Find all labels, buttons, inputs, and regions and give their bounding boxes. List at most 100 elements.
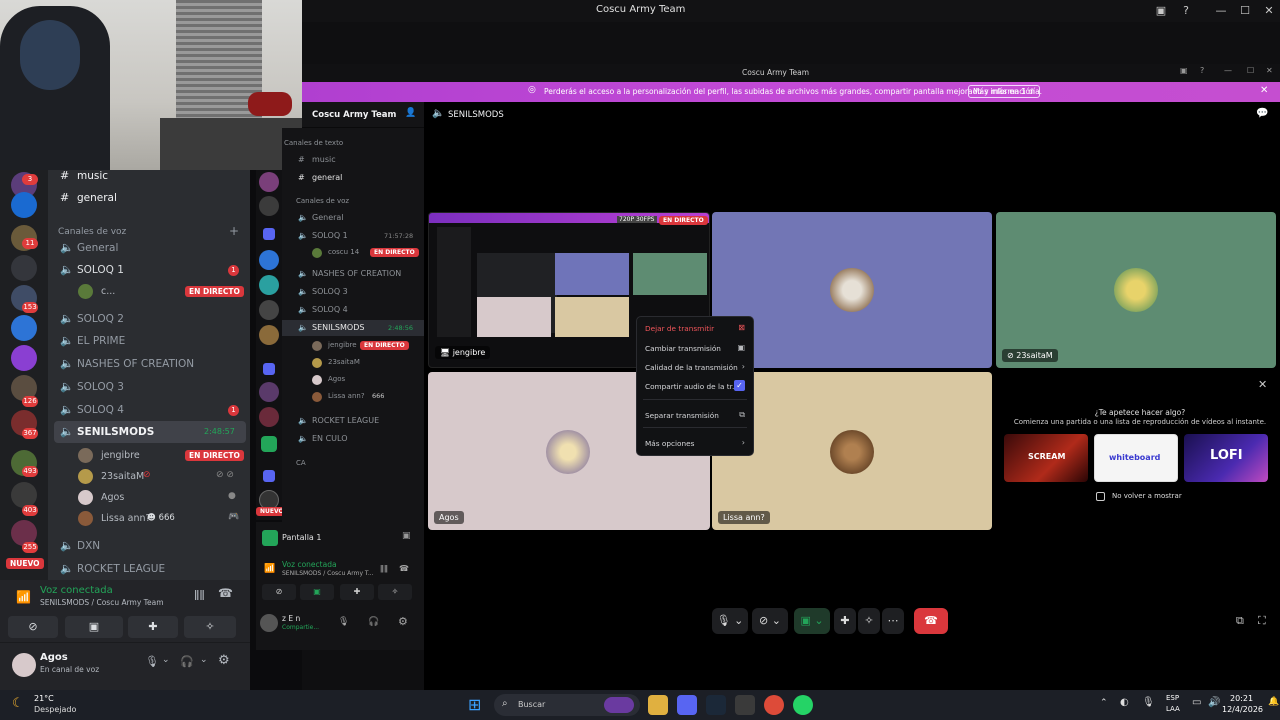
voice-channel-el-prime[interactable]: 🔈 EL PRIME [48,330,250,352]
participant-tile[interactable]: Lissa ann? [712,372,992,530]
channel-music[interactable]: # music [282,152,424,168]
soundboard-button[interactable]: ✧ [378,584,412,600]
noise-suppression-icon[interactable]: ǁǁ [380,564,388,573]
avatar[interactable] [260,614,278,632]
language-code[interactable]: ESP [1166,694,1179,702]
settings-icon[interactable]: ⚙ [398,615,408,628]
activities-button[interactable]: ✚ [128,616,178,638]
popout-icon[interactable]: ⧉ [1236,614,1244,628]
server-icon[interactable] [261,436,277,452]
voice-channel-soloq3[interactable]: 🔈 SOLOQ 3 [48,376,250,398]
participant-tile[interactable]: ⊘ 23saitaM [996,212,1276,368]
chevron-down-icon[interactable]: ⌄ [162,655,170,665]
notification-icon[interactable]: 🔔 [1268,697,1279,707]
voice-location[interactable]: SENILSMODS / Coscu Army Team [40,598,164,607]
chevron-up-icon[interactable]: ⌃ [1100,698,1108,708]
avatar[interactable] [12,653,36,677]
headphones-icon[interactable]: 🎧 [180,655,194,668]
checkbox[interactable] [1096,492,1105,501]
server-icon[interactable] [259,250,279,270]
voice-user[interactable]: Agos [282,372,424,388]
maximize-button[interactable]: ☐ [1237,3,1253,19]
activity-card-whiteboard[interactable]: whiteboard [1094,434,1178,482]
share-audio-item[interactable]: Compartir audio de la tr... ✓ [637,377,753,395]
file-explorer-icon[interactable] [648,695,668,715]
noise-suppression-icon[interactable]: ǁǁ [194,588,205,601]
minimize-button[interactable]: — [1224,66,1232,75]
voice-user[interactable]: 23saitaM [282,355,424,371]
disconnect-icon[interactable]: ☎ [218,586,233,600]
server-header[interactable]: Coscu Army Team ⌄ 👤 [302,102,424,128]
server-icon[interactable] [259,275,279,295]
activities-button[interactable]: ✚ [834,608,856,634]
server-icon[interactable] [11,315,37,341]
voice-channel-soloq4[interactable]: 🔈 SOLOQ 4 [282,302,424,318]
whatsapp-icon[interactable] [793,695,813,715]
voice-channel-soloq2[interactable]: 🔈 SOLOQ 2 [48,308,250,330]
voice-channel-soloq4[interactable]: 🔈 SOLOQ 4 1 [48,399,250,421]
microphone-icon[interactable]: 🎙 [1142,697,1155,708]
more-icon[interactable]: ⋯ [882,608,904,634]
stop-streaming-item[interactable]: Dejar de transmitir ⊠ [637,319,753,337]
mute-button[interactable]: 🎙 ⌄ [712,608,748,634]
fullscreen-icon[interactable]: ⛶ [1258,614,1266,628]
server-icon[interactable] [259,300,279,320]
chat-icon[interactable]: 💬 [1256,108,1268,119]
voice-channel-rocket-league[interactable]: 🔈 ROCKET LEAGUE [48,558,250,580]
folder-icon[interactable] [263,228,275,240]
soundboard-button[interactable]: ✧ [184,616,236,638]
dont-show-again[interactable]: No volver a mostrar [1096,491,1216,503]
server-icon[interactable] [259,407,279,427]
checkbox-checked-icon[interactable]: ✓ [734,380,745,391]
channel-general[interactable]: # general [282,170,424,186]
voice-user[interactable]: Lissa ann? ☻ 666 🎮 [78,510,248,528]
clock-time[interactable]: 20:21 [1230,694,1253,703]
camera-button[interactable]: ⊘ [8,616,58,638]
keyboard-layout[interactable]: LAA [1166,705,1180,713]
help-icon[interactable]: ? [1200,66,1204,75]
microphone-icon[interactable]: 🎙 [145,655,159,668]
popout-stream-item[interactable]: Separar transmisión ⧉ [637,406,753,424]
voice-category[interactable]: Canales de voz [282,194,424,210]
close-icon[interactable]: ✕ [1258,378,1267,391]
app-icon[interactable] [735,695,755,715]
tray-app-icon[interactable]: ◐ [1120,697,1129,708]
disconnect-icon[interactable]: ☎ [399,564,409,573]
voice-channel-soloq1[interactable]: 🔈 SOLOQ 1 1 [48,259,250,281]
channel-music[interactable]: # music [48,165,250,187]
steam-icon[interactable] [706,695,726,715]
more-info-button[interactable]: Más información [968,85,1040,98]
chevron-down-icon[interactable]: ⌄ [200,655,208,665]
change-stream-item[interactable]: Cambiar transmisión ▣ [637,339,753,357]
screenshare-button[interactable]: ▣ ⌄ [794,608,830,634]
camera-button[interactable]: ⊘ ⌄ [752,608,788,634]
minimize-button[interactable]: — [1213,3,1229,19]
voice-channel-soloq1[interactable]: 🔈 SOLOQ 1 71:57:28 [282,228,424,244]
voice-user[interactable]: c... EN DIRECTO [78,283,248,301]
add-member-icon[interactable]: 👤 [405,108,416,118]
clock-date[interactable]: 12/4/2026 [1222,705,1263,714]
voice-channel-senilsmods[interactable]: 🔈 SENILSMODS 2:48:56 [282,320,424,336]
close-button[interactable]: ✕ [1261,3,1277,19]
discord-icon[interactable] [677,695,697,715]
voice-channel-senilsmods[interactable]: 🔈 SENILSMODS 2:48:57 [54,421,246,443]
display-icon[interactable]: ▭ [1192,697,1201,708]
voice-channel-dxn[interactable]: 🔈 DXN [48,535,250,557]
server-icon[interactable] [11,255,37,281]
folder-icon[interactable] [263,470,275,482]
voice-user[interactable]: coscu 14 EN DIRECTO [282,245,424,261]
microphone-icon[interactable]: 🎙 [338,617,349,627]
participant-tile[interactable] [712,212,992,368]
inbox-icon[interactable]: ▣ [1153,3,1169,19]
server-icon[interactable] [259,172,279,192]
add-channel-icon[interactable]: + [229,224,239,238]
server-icon[interactable] [11,192,37,218]
screenshare-button[interactable]: ▣ [300,584,334,600]
close-icon[interactable]: ✕ [1260,85,1268,96]
volume-icon[interactable]: 🔊 [1208,697,1220,708]
voice-channel-nashes[interactable]: 🔈 NASHES OF CREATION [48,353,250,375]
settings-icon[interactable]: ⚙ [218,653,230,668]
server-icon[interactable] [259,196,279,216]
disconnect-button[interactable]: ☎ [914,608,948,634]
voice-user[interactable]: jengibre EN DIRECTO [282,338,424,354]
